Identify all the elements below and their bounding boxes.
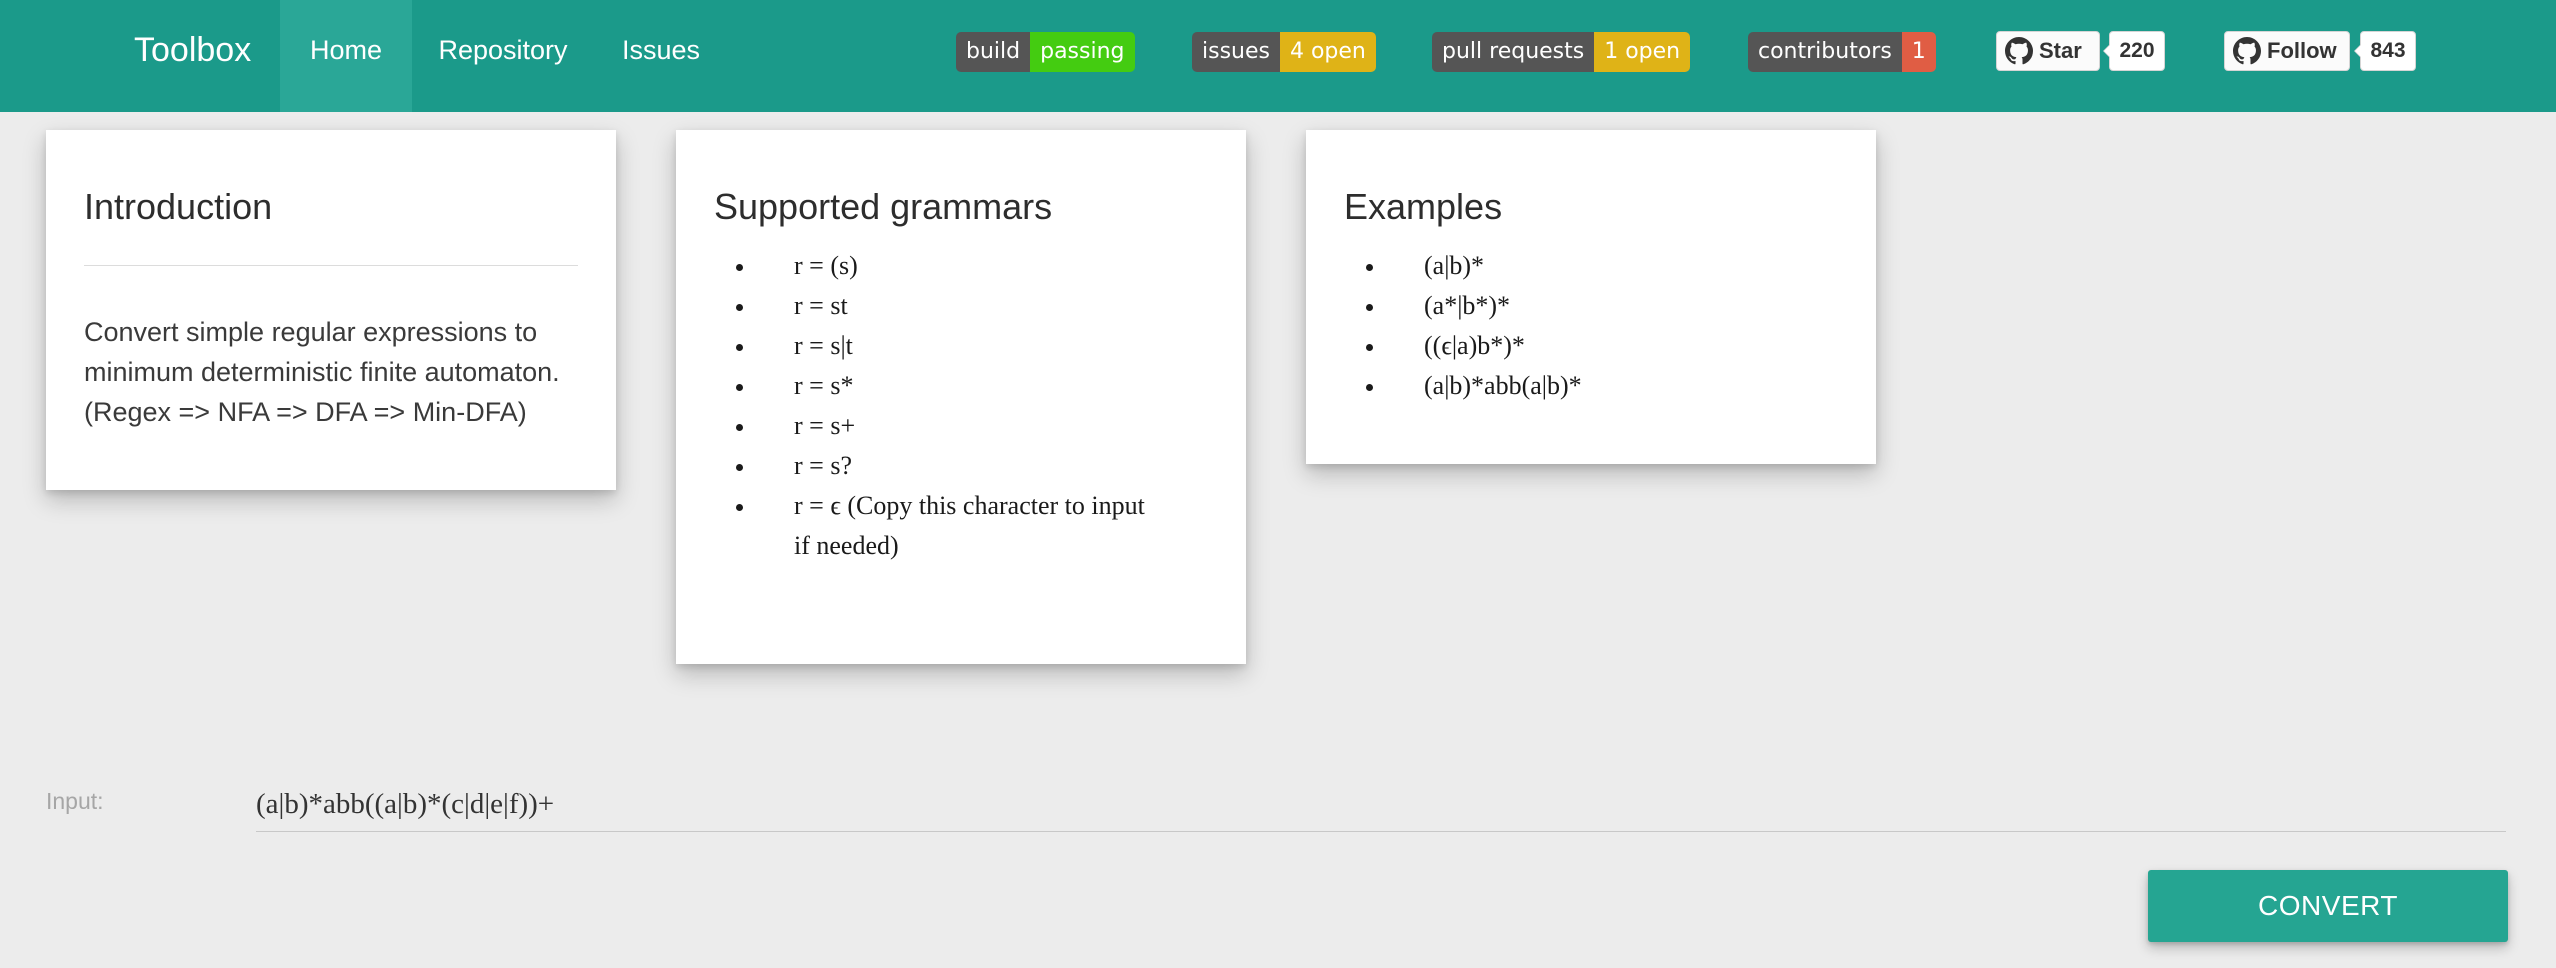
top-navbar: Toolbox Home Repository Issues build pas… [0,0,2556,112]
input-label: Input: [46,788,104,814]
grammar-item: r = s? [756,446,1156,486]
contributors-badge-label: contributors [1748,32,1902,72]
github-icon [2005,37,2033,65]
github-follow-button[interactable]: Follow [2224,31,2350,71]
issues-badge-label: issues [1192,32,1280,72]
grammar-item: r = (s) [756,246,1156,286]
grammar-item: r = s+ [756,406,1156,446]
pull-requests-badge[interactable]: pull requests 1 open [1432,32,1691,72]
introduction-title: Introduction [84,186,273,227]
examples-card: Examples (a|b)* (a*|b*)* ((ϵ|a)b*)* (a|b… [1306,130,1876,464]
issues-badge[interactable]: issues 4 open [1192,32,1376,72]
grammar-item: r = st [756,286,1156,326]
supported-grammars-title: Supported grammars [714,186,1053,227]
build-badge[interactable]: build passing [956,32,1135,72]
github-star-label: Star [2039,38,2082,63]
github-icon [2233,37,2261,65]
github-follow-count[interactable]: 843 [2354,31,2416,71]
grammar-item: r = ϵ (Copy this character to input if n… [756,486,1156,566]
introduction-card: Introduction Convert simple regular expr… [46,130,616,490]
brand-title[interactable]: Toolbox [134,0,251,100]
grammar-list: r = (s) r = st r = s|t r = s* r = s+ r =… [714,246,1156,566]
introduction-text: Convert simple regular expressions to mi… [84,317,560,427]
github-star-count[interactable]: 220 [2103,31,2165,71]
nav-item-home[interactable]: Home [280,0,412,112]
example-item: (a|b)*abb(a|b)* [1386,366,1826,406]
examples-title: Examples [1344,186,1503,227]
issues-badge-value: 4 open [1279,32,1376,72]
convert-button[interactable]: CONVERT [2148,870,2508,942]
example-item: (a*|b*)* [1386,286,1826,326]
nav-item-repository[interactable]: Repository [430,0,576,112]
regex-input[interactable] [256,778,2506,832]
grammar-item: r = s|t [756,326,1156,366]
build-badge-label: build [956,32,1031,72]
example-item: ((ϵ|a)b*)* [1386,326,1826,366]
pull-requests-badge-value: 1 open [1594,32,1691,72]
example-item: (a|b)* [1386,246,1826,286]
grammar-item: r = s* [756,366,1156,406]
supported-grammars-card: Supported grammars r = (s) r = st r = s|… [676,130,1246,664]
build-badge-value: passing [1030,32,1135,72]
contributors-badge[interactable]: contributors 1 [1748,32,1936,72]
github-follow-label: Follow [2267,38,2337,63]
example-list: (a|b)* (a*|b*)* ((ϵ|a)b*)* (a|b)*abb(a|b… [1344,246,1826,406]
nav-item-issues[interactable]: Issues [610,0,712,112]
github-star-button[interactable]: Star [1996,31,2100,71]
introduction-divider [84,265,578,266]
contributors-badge-value: 1 [1901,32,1936,72]
pull-requests-badge-label: pull requests [1432,32,1595,72]
